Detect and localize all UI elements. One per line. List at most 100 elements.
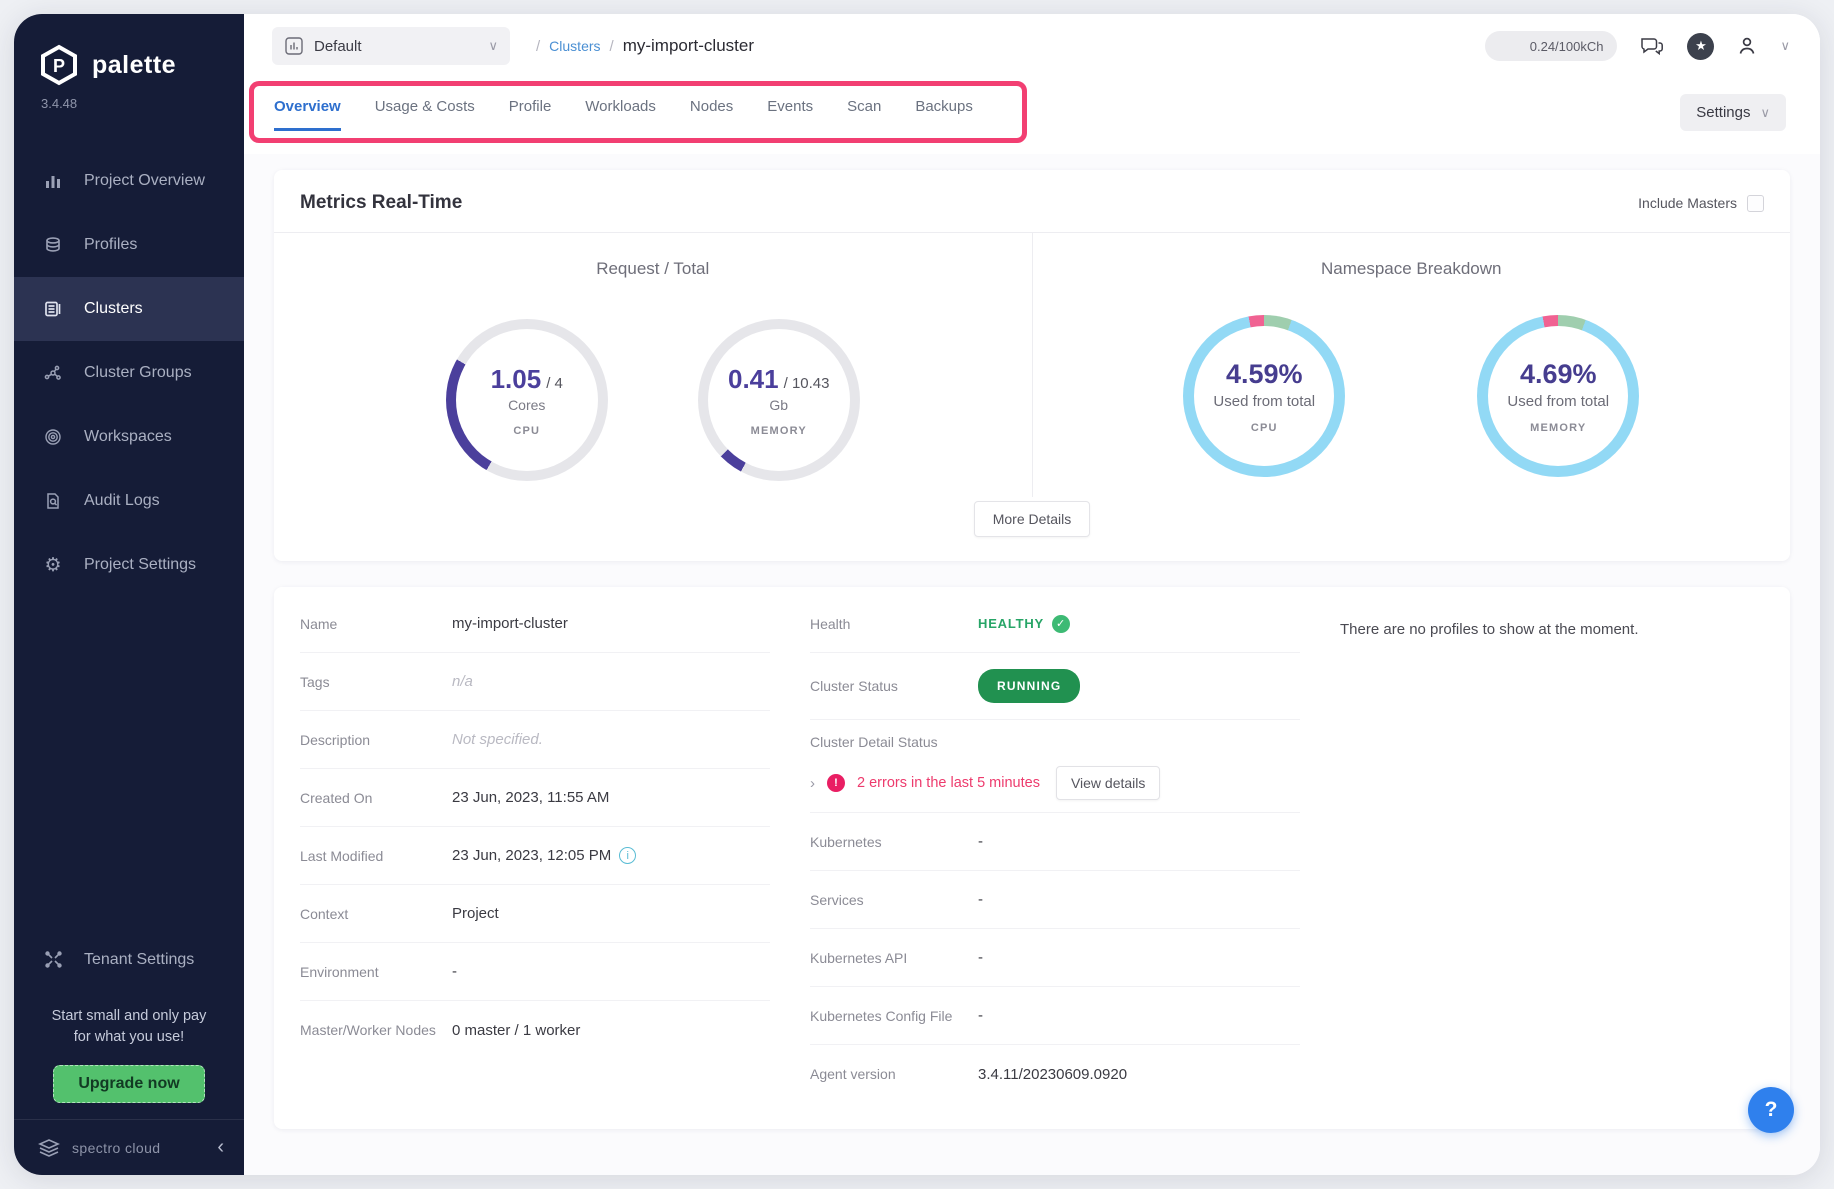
sidebar-item-cluster-groups[interactable]: Cluster Groups bbox=[14, 341, 244, 405]
content: Metrics Real-Time Include Masters Reques… bbox=[244, 154, 1820, 1175]
spectro-cloud-logo bbox=[36, 1137, 62, 1159]
sidebar-item-profiles[interactable]: Profiles bbox=[14, 213, 244, 277]
error-icon: ! bbox=[827, 774, 845, 792]
detail-row-kubeconfig: Kubernetes Config File - bbox=[810, 987, 1300, 1045]
cpu-gauge: 1.05/ 4 Cores CPU bbox=[446, 319, 608, 481]
palette-logo-icon: P bbox=[38, 44, 80, 86]
kubernetes-value: - bbox=[978, 833, 983, 850]
gear-icon: ⚙ bbox=[42, 554, 64, 576]
sidebar-nav: Project Overview Profiles Clusters Clust… bbox=[14, 149, 244, 597]
detail-row-last-modified: Last Modified 23 Jun, 2023, 12:05 PM i bbox=[300, 827, 770, 885]
sidebar-item-label: Project Settings bbox=[84, 556, 196, 574]
sidebar-item-label: Project Overview bbox=[84, 172, 205, 190]
memory-unit: Gb bbox=[769, 397, 788, 413]
sidebar-item-tenant-settings[interactable]: Tenant Settings bbox=[14, 928, 244, 992]
created-on-value: 23 Jun, 2023, 11:55 AM bbox=[452, 789, 609, 806]
project-selector-value: Default bbox=[314, 38, 478, 55]
info-icon[interactable]: i bbox=[619, 847, 636, 864]
detail-row-cluster-status: Cluster Status RUNNING bbox=[810, 653, 1300, 720]
sidebar-item-project-settings[interactable]: ⚙ Project Settings bbox=[14, 533, 244, 597]
detail-row-description: Description Not specified. bbox=[300, 711, 770, 769]
namespace-memory-percent: 4.69% bbox=[1520, 359, 1597, 390]
breadcrumb-current: my-import-cluster bbox=[623, 36, 754, 56]
doc-search-icon bbox=[42, 492, 64, 510]
sidebar-item-label: Cluster Groups bbox=[84, 364, 192, 382]
metrics-title: Metrics Real-Time bbox=[300, 192, 462, 214]
sidebar-item-audit-logs[interactable]: Audit Logs bbox=[14, 469, 244, 533]
tab-events[interactable]: Events bbox=[767, 98, 813, 131]
more-details-button[interactable]: More Details bbox=[974, 501, 1091, 537]
kubeconfig-value: - bbox=[978, 1007, 983, 1024]
no-profiles-message: There are no profiles to show at the mom… bbox=[1340, 595, 1764, 638]
user-chevron-down-icon[interactable]: ∨ bbox=[1780, 38, 1790, 54]
services-value: - bbox=[978, 891, 983, 908]
app-window: P palette 3.4.48 Project Overview Profil… bbox=[14, 14, 1820, 1175]
include-masters-label: Include Masters bbox=[1638, 195, 1737, 211]
sidebar-item-clusters[interactable]: Clusters bbox=[14, 277, 244, 341]
upgrade-now-button[interactable]: Upgrade now bbox=[53, 1065, 204, 1103]
cpu-total-value: / 4 bbox=[546, 375, 563, 392]
chat-icon[interactable] bbox=[1639, 34, 1665, 58]
usage-quota-pill: 0.24/100kCh bbox=[1485, 31, 1617, 61]
view-details-button[interactable]: View details bbox=[1056, 766, 1160, 800]
tab-workloads[interactable]: Workloads bbox=[585, 98, 656, 131]
tab-overview[interactable]: Overview bbox=[274, 98, 341, 131]
namespace-memory-caption: Used from total bbox=[1507, 393, 1609, 410]
namespace-memory-metric: MEMORY bbox=[1530, 422, 1586, 434]
topbar: Default ∨ / Clusters / my-import-cluster… bbox=[244, 14, 1820, 78]
tab-usage-costs[interactable]: Usage & Costs bbox=[375, 98, 475, 131]
tab-scan[interactable]: Scan bbox=[847, 98, 881, 131]
sidebar-footer: spectro cloud ‹ bbox=[14, 1119, 244, 1175]
details-left-column: Name my-import-cluster Tags n/a Descript… bbox=[300, 595, 770, 1103]
breadcrumb-separator: / bbox=[610, 38, 614, 55]
detail-row-master-worker: Master/Worker Nodes 0 master / 1 worker bbox=[300, 1001, 770, 1059]
concentric-circles-icon bbox=[42, 428, 64, 446]
sidebar-item-label: Clusters bbox=[84, 300, 143, 318]
bar-chart-icon bbox=[42, 172, 64, 190]
tab-backups[interactable]: Backups bbox=[915, 98, 973, 131]
description-value: Not specified. bbox=[452, 731, 543, 748]
include-masters-checkbox[interactable] bbox=[1747, 195, 1764, 212]
user-icon[interactable] bbox=[1736, 35, 1758, 57]
cluster-tabs-bar: Overview Usage & Costs Profile Workloads… bbox=[244, 78, 1820, 154]
tools-icon bbox=[42, 950, 64, 969]
chart-thumbnail-icon bbox=[284, 36, 304, 56]
star-badge-icon[interactable]: ★ bbox=[1687, 33, 1714, 60]
error-summary: 2 errors in the last 5 minutes bbox=[857, 775, 1040, 791]
detail-row-created-on: Created On 23 Jun, 2023, 11:55 AM bbox=[300, 769, 770, 827]
cpu-unit: Cores bbox=[508, 397, 545, 413]
sidebar-item-label: Audit Logs bbox=[84, 492, 160, 510]
breadcrumb-clusters-link[interactable]: Clusters bbox=[549, 38, 600, 54]
tab-nodes[interactable]: Nodes bbox=[690, 98, 733, 131]
memory-total-value: / 10.43 bbox=[784, 375, 830, 392]
detail-row-context: Context Project bbox=[300, 885, 770, 943]
details-middle-column: Health HEALTHY ✓ Cluster Status RUNNING … bbox=[810, 595, 1300, 1103]
sidebar-item-workspaces[interactable]: Workspaces bbox=[14, 405, 244, 469]
cpu-request-value: 1.05 bbox=[491, 364, 542, 394]
tab-profile[interactable]: Profile bbox=[509, 98, 552, 131]
cluster-detail-status-block: Cluster Detail Status › ! 2 errors in th… bbox=[810, 720, 1300, 813]
sidebar-item-project-overview[interactable]: Project Overview bbox=[14, 149, 244, 213]
detail-row-services: Services - bbox=[810, 871, 1300, 929]
project-selector[interactable]: Default ∨ bbox=[272, 27, 510, 65]
detail-row-kubernetes-api: Kubernetes API - bbox=[810, 929, 1300, 987]
namespace-cpu-percent: 4.59% bbox=[1226, 359, 1303, 390]
spectro-cloud-label: spectro cloud bbox=[72, 1140, 207, 1156]
tags-value: n/a bbox=[452, 673, 473, 690]
namespace-memory-donut: 4.69% Used from total MEMORY bbox=[1477, 315, 1639, 477]
kubernetes-api-value: - bbox=[978, 949, 983, 966]
breadcrumb-separator: / bbox=[536, 38, 540, 55]
memory-request-value: 0.41 bbox=[728, 364, 779, 394]
svg-text:P: P bbox=[53, 56, 65, 76]
settings-button[interactable]: Settings ∨ bbox=[1680, 94, 1786, 131]
help-button[interactable]: ? bbox=[1748, 1087, 1794, 1133]
chevron-down-icon: ∨ bbox=[488, 38, 498, 54]
app-version: 3.4.48 bbox=[14, 86, 244, 111]
detail-row-agent-version: Agent version 3.4.11/20230609.0920 bbox=[810, 1045, 1300, 1103]
brand-row: P palette bbox=[14, 14, 244, 86]
check-icon: ✓ bbox=[1052, 615, 1070, 633]
expand-chevron-icon[interactable]: › bbox=[810, 775, 815, 792]
collapse-sidebar-button[interactable]: ‹ bbox=[217, 1136, 224, 1159]
list-icon bbox=[42, 300, 64, 318]
running-status-pill: RUNNING bbox=[978, 669, 1080, 703]
